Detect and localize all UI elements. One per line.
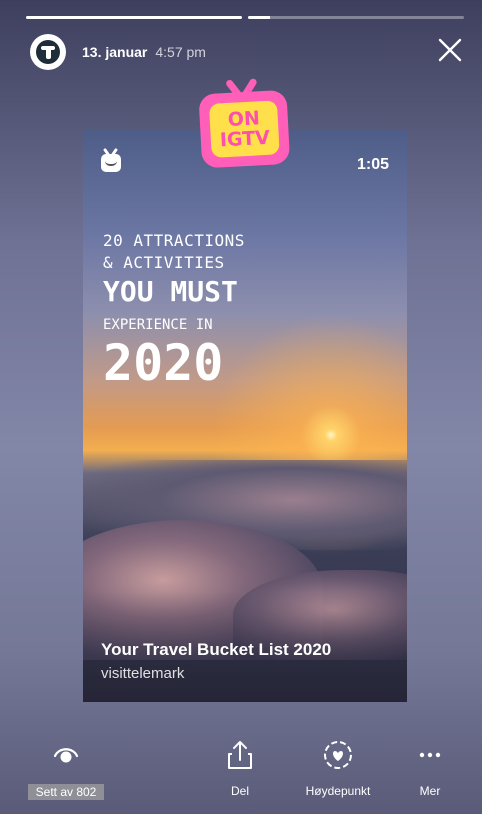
igtv-video-card[interactable]: 1:05 20 ATTRACTIONS & ACTIVITIES YOU MUS… (83, 130, 407, 702)
progress-segment-2 (248, 16, 464, 19)
headline-line-2: & ACTIVITIES (103, 253, 225, 272)
share-label: Del (230, 784, 249, 798)
story-date: 13. januar (82, 44, 148, 60)
progress-segment-1 (26, 16, 242, 19)
highlight-button[interactable]: Høydepunkt (292, 738, 384, 798)
video-headline: 20 ATTRACTIONS & ACTIVITIES YOU MUST EXP… (103, 230, 245, 390)
close-icon[interactable] (434, 34, 466, 66)
share-button[interactable]: Del (222, 738, 258, 798)
video-title: Your Travel Bucket List 2020 (101, 640, 332, 659)
headline-line-5: 2020 (103, 334, 224, 392)
eye-icon (28, 738, 104, 772)
video-account[interactable]: visittelemark (101, 665, 184, 682)
igtv-icon (101, 154, 121, 172)
story-time: 4:57 pm (155, 44, 206, 60)
headline-line-4: EXPERIENCE IN (103, 317, 213, 333)
story-header: 13. januar 4:57 pm (30, 32, 206, 72)
seen-by-label: Sett av 802 (28, 784, 104, 800)
story-action-bar: Sett av 802 Del Høydepunkt Mer (18, 738, 470, 808)
more-button[interactable]: Mer (410, 738, 450, 798)
video-duration: 1:05 (356, 156, 389, 173)
highlight-label: Høydepunkt (305, 784, 371, 798)
sticker-line-2: IGTV (219, 126, 271, 152)
share-icon (222, 738, 258, 772)
seen-by-button[interactable]: Sett av 802 (28, 738, 104, 800)
story-progress (26, 16, 464, 19)
headline-line-3: YOU MUST (103, 275, 238, 308)
headline-line-1: 20 ATTRACTIONS (103, 231, 245, 250)
more-icon (410, 738, 450, 772)
on-igtv-sticker[interactable]: ON IGTV (194, 73, 299, 172)
story-viewer: 13. januar 4:57 pm 1:05 20 ATTRACTIONS &… (18, 8, 470, 808)
highlight-heart-icon (292, 738, 384, 772)
more-label: Mer (419, 784, 441, 798)
avatar-icon[interactable] (30, 34, 66, 70)
